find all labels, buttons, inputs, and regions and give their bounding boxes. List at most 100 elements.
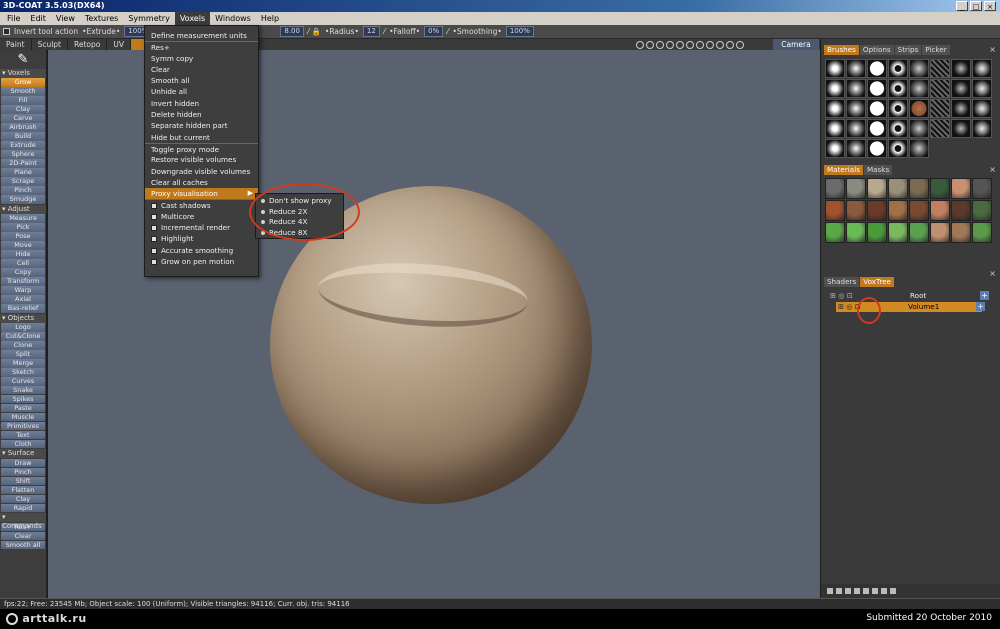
material-thumbnail[interactable] [951, 222, 971, 243]
brush-thumbnail[interactable] [825, 99, 845, 118]
material-thumbnail[interactable] [867, 178, 887, 199]
tool-snake[interactable]: Snake [1, 385, 45, 395]
material-thumbnail[interactable] [888, 178, 908, 199]
menu-help[interactable]: Help [256, 12, 284, 25]
material-thumbnail[interactable] [951, 200, 971, 221]
tool-draw[interactable]: Draw [1, 458, 45, 468]
material-thumbnail[interactable] [888, 222, 908, 243]
tool-clear[interactable]: Clear [1, 531, 45, 541]
tool-move[interactable]: Move [1, 241, 45, 250]
cube-icon[interactable] [736, 40, 744, 49]
tab-voxtree[interactable]: VoxTree [860, 277, 894, 287]
menu-check-grow-on-pen-motion[interactable]: Grow on pen motion [145, 256, 258, 267]
menu-view[interactable]: View [51, 12, 80, 25]
menu-item-proxy-visualisation[interactable]: Proxy visualisation ▶ [145, 188, 258, 200]
gear-icon[interactable] [636, 40, 644, 49]
eye-icon[interactable]: ⊞ ◎ ⊡ [830, 291, 853, 301]
menu-item-res[interactable]: Res+ [145, 41, 258, 52]
menu-item-smooth-all[interactable]: Smooth all [145, 75, 258, 86]
menu-item-hide-but-current[interactable]: Hide but current [145, 132, 258, 143]
menu-windows[interactable]: Windows [210, 12, 256, 25]
tool-smooth-all[interactable]: Smooth all [1, 540, 45, 550]
menu-check-incremental-render[interactable]: Incremental render [145, 222, 258, 233]
brush-thumbnail[interactable] [930, 59, 950, 78]
brush-thumbnail[interactable] [951, 99, 971, 118]
tool-2d-paint[interactable]: 2D-Paint [1, 159, 45, 168]
brush-thumbnail[interactable] [909, 99, 929, 118]
material-thumbnail[interactable] [825, 178, 845, 199]
tab-masks[interactable]: Masks [863, 165, 893, 175]
tool-scrape[interactable]: Scrape [1, 177, 45, 186]
tool-axial[interactable]: Axial [1, 295, 45, 304]
falloff-field[interactable]: 0% [424, 26, 444, 37]
material-thumbnail[interactable] [888, 200, 908, 221]
tool-spikes[interactable]: Spikes [1, 394, 45, 404]
tool-primitives[interactable]: Primitives [1, 421, 45, 431]
brush-thumbnail[interactable] [846, 59, 866, 78]
menu-textures[interactable]: Textures [80, 12, 123, 25]
box-icon[interactable] [872, 588, 878, 594]
section-objects[interactable]: ▾ Objects [0, 313, 46, 323]
tool-clay[interactable]: Clay [1, 105, 45, 114]
material-thumbnail[interactable] [972, 222, 992, 243]
material-thumbnail[interactable] [951, 178, 971, 199]
depth-field[interactable]: 8.00 [280, 26, 304, 37]
duplicate-icon[interactable] [845, 588, 851, 594]
material-thumbnail[interactable] [909, 200, 929, 221]
tool-text[interactable]: Text [1, 430, 45, 440]
brush-thumbnail[interactable] [867, 119, 887, 138]
maximize-icon[interactable]: □ [970, 1, 982, 11]
radius-field[interactable]: 12 [362, 26, 380, 37]
material-thumbnail[interactable] [846, 200, 866, 221]
menu-item-restore-visible-volumes[interactable]: Restore visible volumes [145, 154, 258, 165]
brush-thumbnail[interactable] [909, 59, 929, 78]
section-adjust[interactable]: ▾ Adjust [0, 204, 46, 214]
brush-thumbnail[interactable] [909, 139, 929, 158]
tool-hide[interactable]: Hide [1, 250, 45, 259]
material-thumbnail[interactable] [972, 200, 992, 221]
brush-thumbnail[interactable] [951, 119, 971, 138]
invert-checkbox[interactable] [3, 28, 10, 35]
brush-thumbnail[interactable] [888, 59, 908, 78]
brush-thumbnail[interactable] [867, 59, 887, 78]
tab-shaders[interactable]: Shaders [824, 277, 860, 287]
tab-picker[interactable]: Picker [922, 45, 950, 55]
brush-thumbnail[interactable] [825, 139, 845, 158]
tool-measure[interactable]: Measure [1, 214, 45, 223]
menu-item-toggle-proxy-mode[interactable]: Toggle proxy mode [145, 142, 258, 154]
tool-pinch[interactable]: Pinch [1, 186, 45, 195]
menu-symmetry[interactable]: Symmetry [123, 12, 174, 25]
menu-item-define-measurement-units[interactable]: Define measurement units [145, 30, 258, 41]
menu-item-downgrade-visible-volumes[interactable]: Downgrade visible volumes [145, 166, 258, 177]
add-volume-button[interactable]: + [976, 302, 985, 311]
brush-thumbnail[interactable] [825, 119, 845, 138]
tool-fill[interactable]: Fill [1, 96, 45, 105]
tool-curves[interactable]: Curves [1, 376, 45, 386]
brush-thumbnail[interactable] [888, 119, 908, 138]
tool-logo[interactable]: Logo [1, 323, 45, 332]
tool-smudge[interactable]: Smudge [1, 195, 45, 204]
tab-uv[interactable]: UV [107, 39, 131, 50]
material-thumbnail[interactable] [825, 222, 845, 243]
brush-thumbnail[interactable] [888, 139, 908, 158]
new-layer-icon[interactable] [827, 588, 833, 594]
menu-item-clear[interactable]: Clear [145, 64, 258, 75]
menu-voxels[interactable]: Voxels [174, 12, 211, 25]
brush-thumbnail[interactable] [972, 79, 992, 98]
menu-item-unhide-all[interactable]: Unhide all [145, 86, 258, 97]
menu-check-cast-shadows[interactable]: Cast shadows [145, 199, 258, 210]
tool-paste[interactable]: Paste [1, 403, 45, 413]
add-root-button[interactable]: + [980, 291, 989, 300]
camera-button[interactable]: Camera [773, 39, 819, 50]
material-thumbnail[interactable] [930, 178, 950, 199]
menu-check-highlight[interactable]: Highlight [145, 233, 258, 244]
brush-thumbnail[interactable] [846, 139, 866, 158]
tool-carve[interactable]: Carve [1, 114, 45, 123]
brush-thumbnail[interactable] [930, 119, 950, 138]
zoom-icon[interactable] [686, 40, 694, 49]
menu-item-clear-all-caches[interactable]: Clear all caches [145, 177, 258, 188]
smoothing-field[interactable]: 100% [505, 26, 534, 37]
lock-icon[interactable]: ⁄ 🔒 [308, 27, 321, 36]
menu-check-accurate-smoothing[interactable]: Accurate smoothing [145, 245, 258, 256]
tool-shift[interactable]: Shift [1, 476, 45, 486]
